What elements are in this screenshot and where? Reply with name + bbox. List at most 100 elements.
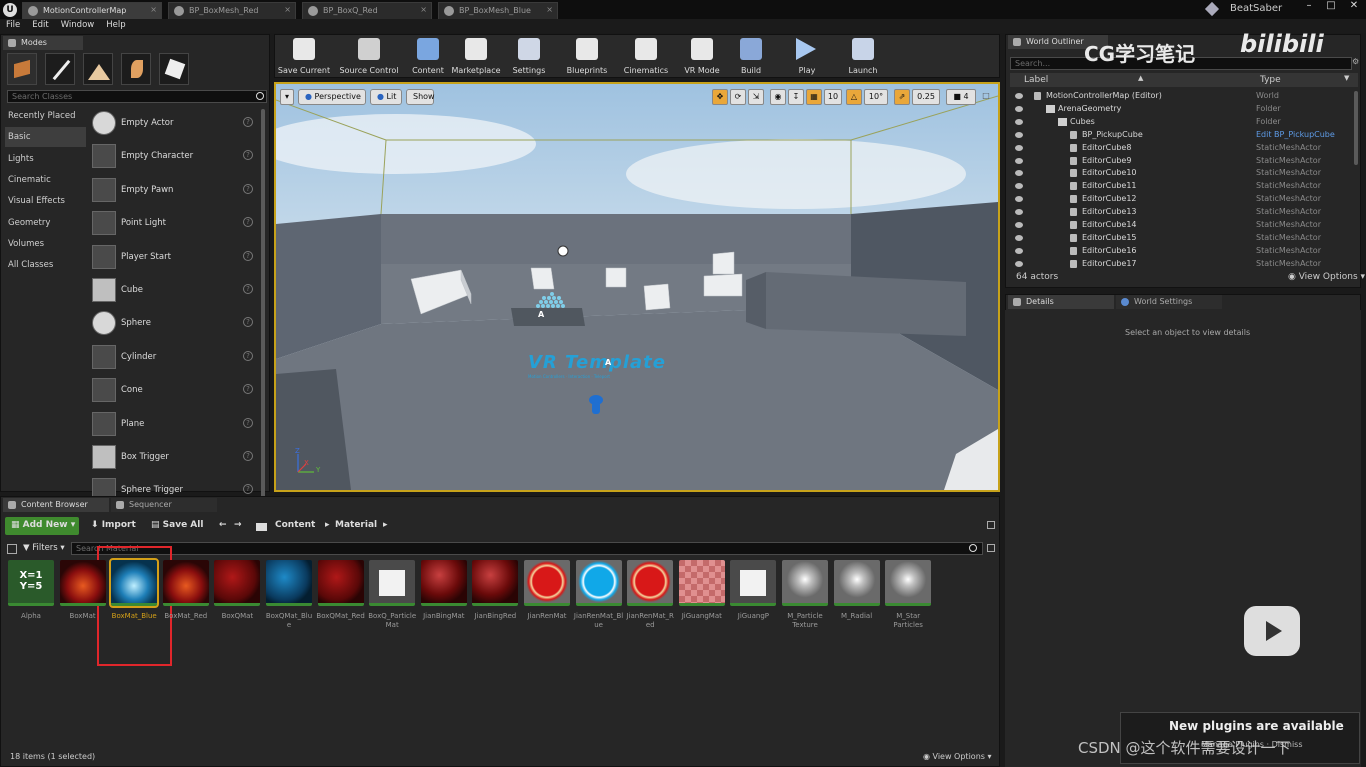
toolbar-button[interactable]: Play xyxy=(785,35,829,79)
tab-sequencer[interactable]: Sequencer xyxy=(111,498,217,512)
lit-button[interactable]: ● Lit xyxy=(370,89,402,105)
category-item[interactable]: Cinematic xyxy=(5,170,86,190)
visibility-eye-icon[interactable] xyxy=(1015,170,1023,177)
save-all-button[interactable]: ▤ Save All xyxy=(145,517,209,535)
asset-tile[interactable]: JianBingRed xyxy=(470,560,520,621)
visibility-eye-icon[interactable] xyxy=(1015,247,1023,254)
tab-content-browser[interactable]: Content Browser xyxy=(3,498,109,512)
asset-tile[interactable]: JiGuangP xyxy=(728,560,778,621)
help-icon[interactable]: ? xyxy=(243,317,253,328)
asset-search-input[interactable]: Search Material xyxy=(71,542,983,555)
close-window-button[interactable]: ✕ xyxy=(1342,0,1366,16)
level-viewport[interactable]: VR Template Motion Controllers · Interac… xyxy=(274,82,1000,492)
add-new-button[interactable]: ▦ Add New ▾ xyxy=(5,517,79,535)
camera-speed-icon[interactable]: ■ 4 xyxy=(946,89,976,105)
toolbar-button[interactable]: Source Control xyxy=(333,35,405,79)
asset-tile[interactable]: X=1 Y=5 Alpha xyxy=(6,560,56,621)
place-actor-item[interactable]: Cone? xyxy=(89,375,259,407)
asset-tile[interactable]: BoxQ_ParticleMat xyxy=(367,560,417,630)
close-tab-icon[interactable]: × xyxy=(546,5,553,14)
rotation-snap-value[interactable]: 10° xyxy=(864,89,888,105)
modes-scrollbar[interactable] xyxy=(261,109,265,507)
outliner-row[interactable]: EditorCube16 StaticMeshActor xyxy=(1012,245,1356,258)
asset-tile[interactable]: BoxQMat xyxy=(212,560,262,621)
visibility-eye-icon[interactable] xyxy=(1015,93,1023,99)
translate-tool-icon[interactable]: ✥ xyxy=(712,89,728,105)
category-item[interactable]: Basic xyxy=(5,127,86,148)
place-actor-item[interactable]: Point Light? xyxy=(89,208,259,240)
toolbar-button[interactable]: Marketplace xyxy=(449,35,503,79)
toolbar-button[interactable]: Settings xyxy=(505,35,553,79)
outliner-row[interactable]: EditorCube9 StaticMeshActor xyxy=(1012,155,1356,168)
menu-window[interactable]: Window xyxy=(55,19,101,31)
editor-tab[interactable]: BP_BoxQ_Red × xyxy=(302,2,432,19)
toolbar-button[interactable]: Save Current xyxy=(277,35,331,79)
help-icon[interactable]: ? xyxy=(243,417,253,428)
asset-tile[interactable]: BoxMat_Red xyxy=(161,560,211,621)
outliner-row[interactable]: EditorCube17 StaticMeshActor xyxy=(1012,258,1356,271)
paint-mode-icon[interactable] xyxy=(45,53,75,85)
maximize-button[interactable]: □ xyxy=(1320,0,1342,16)
help-icon[interactable]: ? xyxy=(243,384,253,395)
asset-tile[interactable]: M_Star Particles xyxy=(883,560,933,630)
menu-file[interactable]: File xyxy=(0,19,26,31)
outliner-row[interactable]: EditorCube15 StaticMeshActor xyxy=(1012,232,1356,245)
show-button[interactable]: Show xyxy=(406,89,435,105)
visibility-eye-icon[interactable] xyxy=(1015,144,1023,151)
outliner-row[interactable]: BP_PickupCube Edit BP_PickupCube xyxy=(1012,129,1356,142)
search-classes-input[interactable]: Search Classes xyxy=(7,90,267,103)
help-icon[interactable]: ? xyxy=(243,484,253,495)
place-actor-item[interactable]: Cylinder? xyxy=(89,342,259,374)
visibility-eye-icon[interactable] xyxy=(1015,157,1023,164)
menu-edit[interactable]: Edit xyxy=(26,19,54,31)
help-icon[interactable]: ? xyxy=(243,117,253,127)
sources-toggle-icon[interactable] xyxy=(7,544,17,554)
asset-tile[interactable]: JianBingMat xyxy=(419,560,469,621)
category-item[interactable]: Lights xyxy=(5,149,86,169)
menu-help[interactable]: Help xyxy=(100,19,131,31)
visibility-eye-icon[interactable] xyxy=(1015,234,1023,241)
outliner-row[interactable]: Cubes Folder xyxy=(1012,116,1356,129)
close-tab-icon[interactable]: × xyxy=(420,5,427,14)
category-item[interactable]: Recently Placed xyxy=(5,106,86,126)
editor-tab[interactable]: BP_BoxMesh_Blue × xyxy=(438,2,558,19)
tab-details[interactable]: Details xyxy=(1008,295,1114,309)
visibility-eye-icon[interactable] xyxy=(1015,260,1023,267)
category-item[interactable]: All Classes xyxy=(5,255,86,275)
category-item[interactable]: Volumes xyxy=(5,234,86,254)
toolbar-button[interactable]: Cinematics xyxy=(617,35,675,79)
outliner-row-type[interactable]: Edit BP_PickupCube xyxy=(1256,130,1335,139)
rotation-snap-icon[interactable]: △ xyxy=(846,89,862,105)
help-icon[interactable]: ? xyxy=(243,150,253,161)
landscape-mode-icon[interactable] xyxy=(83,53,113,85)
help-icon[interactable]: ? xyxy=(243,350,253,361)
col-type[interactable]: Type xyxy=(1260,75,1281,85)
outliner-row[interactable]: MotionControllerMap (Editor) World xyxy=(1012,90,1356,103)
asset-tile[interactable]: JianRenMat_Blue xyxy=(574,560,624,630)
visibility-eye-icon[interactable] xyxy=(1015,209,1023,216)
visibility-eye-icon[interactable] xyxy=(1015,222,1023,228)
outliner-row[interactable]: ArenaGeometry Folder xyxy=(1012,103,1356,116)
help-icon[interactable]: ? xyxy=(243,217,253,228)
view-settings-icon[interactable] xyxy=(987,544,995,552)
help-icon[interactable]: ? xyxy=(243,183,253,194)
outliner-row[interactable]: EditorCube14 StaticMeshActor xyxy=(1012,219,1356,232)
cb-view-options[interactable]: ◉ View Options ▾ xyxy=(923,752,992,761)
unreal-logo-icon[interactable]: U xyxy=(3,3,17,17)
asset-tile[interactable]: BoxQMat_Red xyxy=(316,560,366,621)
scale-snap-value[interactable]: 0.25 xyxy=(912,89,940,105)
col-label[interactable]: Label xyxy=(1024,75,1048,85)
place-actor-item[interactable]: Box Trigger? xyxy=(89,442,259,474)
filters-button[interactable]: ▼ Filters ▾ xyxy=(23,543,65,553)
place-actor-item[interactable]: Plane? xyxy=(89,409,259,441)
outliner-row[interactable]: EditorCube11 StaticMeshActor xyxy=(1012,180,1356,193)
world-local-icon[interactable]: ◉ xyxy=(770,89,786,105)
asset-tile[interactable]: JiGuangMat xyxy=(677,560,727,621)
tab-modes[interactable]: Modes xyxy=(3,36,83,50)
path-content[interactable]: Content xyxy=(269,517,321,535)
place-mode-icon[interactable] xyxy=(7,53,37,85)
close-tab-icon[interactable]: × xyxy=(284,5,291,14)
asset-tile[interactable]: BoxQMat_Blue xyxy=(264,560,314,630)
outliner-view-options[interactable]: ◉ View Options ▾ xyxy=(1288,272,1365,282)
asset-tile[interactable]: BoxMat_Blue xyxy=(109,558,160,621)
